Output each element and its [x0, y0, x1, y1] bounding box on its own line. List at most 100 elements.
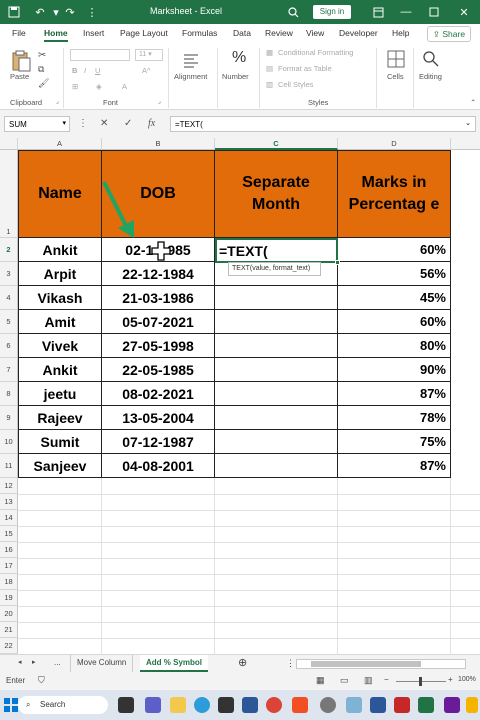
formula-input[interactable]: =TEXT(⌄ [170, 116, 476, 132]
teams-icon[interactable] [145, 697, 161, 713]
percentage-cell[interactable]: 60% [338, 238, 451, 262]
row-header[interactable]: 4 [0, 286, 18, 310]
excel-icon[interactable] [418, 697, 434, 713]
row-header[interactable]: 7 [0, 358, 18, 382]
separate-month-cell[interactable] [215, 430, 338, 454]
row-header[interactable]: 11 [0, 454, 18, 478]
dob-cell[interactable]: 22-05-1985 [102, 358, 215, 382]
underline-icon[interactable]: U [95, 66, 100, 75]
quick-access-menu-icon[interactable]: ⋮ [84, 4, 100, 20]
borders-icon[interactable]: ⊞ [72, 82, 78, 91]
ribbon-display-icon[interactable] [370, 4, 386, 20]
row-header[interactable]: 3 [0, 262, 18, 286]
select-all-corner[interactable] [0, 138, 18, 150]
conditional-formatting-button[interactable]: Conditional Formatting [278, 48, 353, 57]
row-header[interactable]: 5 [0, 310, 18, 334]
tab-insert[interactable]: Insert [83, 28, 104, 38]
scroll-tabs-left-icon[interactable]: ◂ [18, 658, 22, 666]
search-icon[interactable] [285, 4, 301, 20]
cell-styles-button[interactable]: Cell Styles [278, 80, 313, 89]
format-painter-icon[interactable]: 🖌 [38, 78, 49, 89]
cells-label[interactable]: Cells [387, 72, 404, 81]
tab-data[interactable]: Data [233, 28, 251, 38]
column-header-b[interactable]: B [102, 138, 215, 150]
insert-function-icon[interactable]: fx [148, 118, 155, 129]
row-header[interactable]: 18 [0, 574, 18, 590]
active-cell-c2[interactable]: =TEXT( [215, 238, 338, 263]
name-box-dropdown-icon[interactable]: ▾ [62, 119, 66, 127]
photos-icon[interactable] [346, 697, 362, 713]
collapse-ribbon-icon[interactable]: ⌃ [470, 98, 476, 107]
copy-icon[interactable]: ⧉ [38, 64, 44, 75]
name-cell[interactable]: Sumit [18, 430, 102, 454]
sheet-tab-add-symbol[interactable]: Add % Symbol [140, 655, 209, 672]
font-color-icon[interactable]: A [122, 82, 127, 91]
dob-cell[interactable]: 05-07-2021 [102, 310, 215, 334]
add-sheet-icon[interactable]: ⊕ [238, 656, 247, 669]
row-header[interactable]: 17 [0, 558, 18, 574]
name-cell[interactable]: Vivek [18, 334, 102, 358]
store-icon[interactable] [218, 697, 234, 713]
editing-label[interactable]: Editing [419, 72, 442, 81]
name-box[interactable]: SUM ▾ [4, 116, 70, 132]
spreadsheet-grid[interactable]: A B C D 1 2 3 4 5 6 7 8 9 10 11 12 13 14… [0, 138, 480, 654]
separate-month-cell[interactable] [215, 286, 338, 310]
name-cell[interactable]: Arpit [18, 262, 102, 286]
name-cell[interactable]: Amit [18, 310, 102, 334]
fill-handle[interactable] [335, 260, 340, 265]
tab-review[interactable]: Review [265, 28, 293, 38]
redo-icon[interactable]: ↷ [62, 4, 78, 20]
horizontal-scrollbar[interactable] [296, 659, 466, 669]
font-grow-icon[interactable]: A^ [142, 66, 151, 75]
maximize-icon[interactable] [426, 4, 442, 20]
page-layout-view-icon[interactable]: ▭ [340, 675, 349, 686]
font-size-dropdown[interactable]: 11 ▾ [135, 49, 163, 61]
page-break-view-icon[interactable]: ▥ [364, 675, 373, 686]
file-explorer-icon[interactable] [170, 697, 186, 713]
name-cell[interactable]: Ankit [18, 358, 102, 382]
zoom-out-icon[interactable]: − [384, 675, 389, 684]
cancel-entry-icon[interactable]: ✕ [100, 118, 108, 129]
dob-cell[interactable]: 22-12-1984 [102, 262, 215, 286]
row-header[interactable]: 1 [0, 150, 18, 238]
fill-color-icon[interactable]: ◈ [96, 82, 102, 91]
settings-icon[interactable] [320, 697, 336, 713]
percentage-cell[interactable]: 87% [338, 382, 451, 406]
paste-icon[interactable] [10, 50, 32, 72]
sheet-tab-move-column[interactable]: Move Column [70, 655, 134, 672]
column-header-a[interactable]: A [18, 138, 102, 150]
row-header[interactable]: 14 [0, 510, 18, 526]
format-as-table-button[interactable]: Format as Table [278, 64, 332, 73]
name-cell[interactable]: Vikash [18, 286, 102, 310]
font-launcher-icon[interactable]: ⌟ [158, 98, 161, 105]
row-header[interactable]: 19 [0, 590, 18, 606]
header-name[interactable]: Name [18, 150, 102, 238]
dob-cell[interactable]: 08-02-2021 [102, 382, 215, 406]
normal-view-icon[interactable]: ▦ [316, 675, 325, 686]
name-cell[interactable]: jeetu [18, 382, 102, 406]
taskbar-search[interactable]: ⌕ Search [18, 696, 108, 714]
column-header-d[interactable]: D [338, 138, 451, 150]
tab-formulas[interactable]: Formulas [182, 28, 217, 38]
tab-page-layout[interactable]: Page Layout [120, 28, 168, 38]
brave-icon[interactable] [292, 697, 308, 713]
italic-icon[interactable]: I [84, 66, 86, 75]
function-tooltip[interactable]: TEXT(value, format_text) [228, 262, 321, 276]
header-separate-month[interactable]: Separate Month [215, 150, 338, 238]
row-header[interactable]: 15 [0, 526, 18, 542]
separate-month-cell[interactable] [215, 406, 338, 430]
row-header[interactable]: 20 [0, 606, 18, 622]
tab-help[interactable]: Help [392, 28, 409, 38]
separate-month-cell[interactable] [215, 358, 338, 382]
clipboard-launcher-icon[interactable]: ⌟ [56, 98, 59, 105]
editing-icon[interactable] [422, 50, 440, 68]
zoom-in-icon[interactable]: + [448, 675, 453, 684]
task-view-icon[interactable] [118, 697, 134, 713]
row-header[interactable]: 9 [0, 406, 18, 430]
column-header-c[interactable]: C [215, 138, 338, 150]
zoom-level[interactable]: 100% [458, 676, 476, 683]
expand-formula-bar-icon[interactable]: ⌄ [465, 119, 471, 127]
sign-in-button[interactable]: Sign in [313, 5, 351, 19]
row-header[interactable]: 16 [0, 542, 18, 558]
windows-start-icon[interactable] [3, 697, 19, 713]
